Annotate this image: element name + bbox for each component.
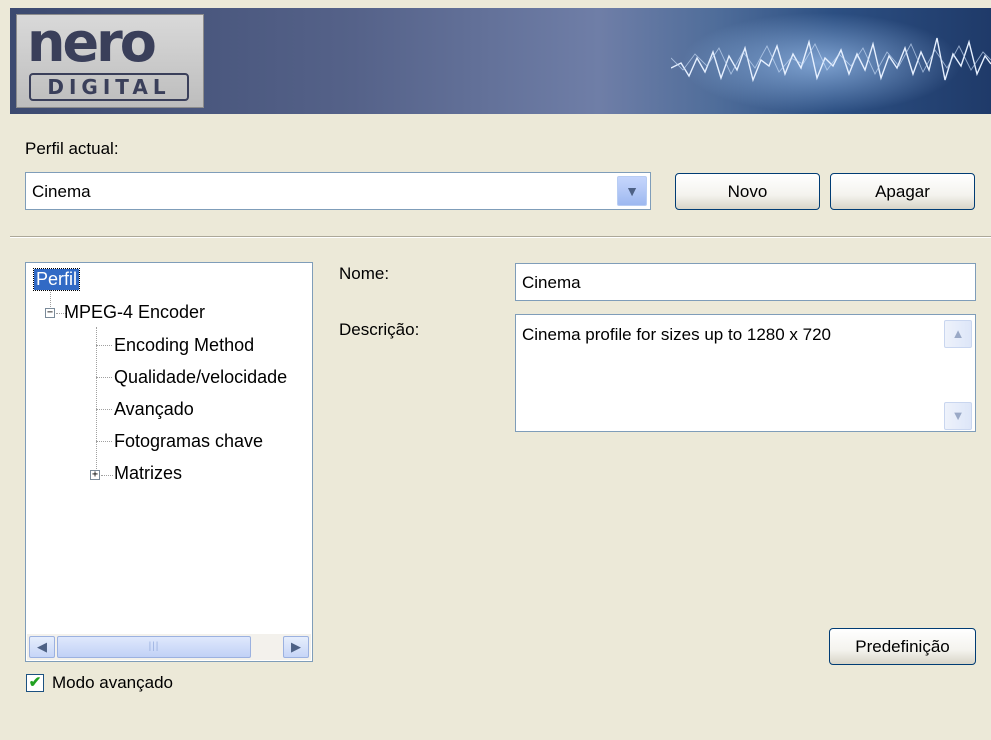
header-banner: nero DIGITAL (10, 8, 991, 114)
arrow-left-icon[interactable]: ◀ (29, 636, 55, 658)
profile-dropdown[interactable]: Cinema ▼ (25, 172, 651, 210)
description-value: Cinema profile for sizes up to 1280 x 72… (522, 325, 832, 344)
arrow-right-icon[interactable]: ▶ (283, 636, 309, 658)
tree-connector (96, 409, 112, 410)
plus-box-icon[interactable]: + (90, 470, 100, 480)
delete-profile-button[interactable]: Apagar (830, 173, 975, 210)
tree-item-keyframes[interactable]: Fotogramas chave (114, 431, 263, 452)
tree-item-matrices[interactable]: Matrizes (114, 463, 182, 484)
nero-digital-logo: nero DIGITAL (16, 11, 204, 108)
new-profile-button[interactable]: Novo (675, 173, 820, 210)
profile-dropdown-value: Cinema (32, 182, 91, 201)
arrow-up-icon[interactable]: ▲ (944, 320, 972, 348)
tree-connector (96, 345, 112, 346)
tree-horizontal-scrollbar[interactable]: ◀ ||| ▶ (27, 634, 311, 660)
checkmark-icon: ✔ (28, 674, 42, 691)
advanced-mode-checkbox[interactable]: ✔ (26, 674, 44, 692)
description-vertical-scrollbar[interactable]: ▲ ▼ (944, 320, 972, 430)
default-button[interactable]: Predefinição (829, 628, 976, 665)
tree-item-quality-speed[interactable]: Qualidade/velocidade (114, 367, 287, 388)
scrollbar-thumb[interactable]: ||| (57, 636, 251, 658)
tree-connector (101, 475, 113, 476)
divider (10, 236, 991, 238)
description-label: Descrição: (339, 320, 420, 339)
logo-word: nero (27, 11, 157, 74)
tree-connector (50, 289, 51, 309)
current-profile-label: Perfil actual: (25, 139, 119, 158)
advanced-mode-label[interactable]: Modo avançado (52, 673, 173, 693)
tree-item-encoding-method[interactable]: Encoding Method (114, 335, 254, 356)
tree-item-perfil[interactable]: Perfil (32, 268, 81, 291)
minus-box-icon[interactable]: − (45, 308, 55, 318)
name-field[interactable]: Cinema (515, 263, 976, 301)
tree-item-advanced[interactable]: Avançado (114, 399, 194, 420)
settings-tree[interactable]: Perfil − MPEG-4 Encoder Encoding Method … (25, 262, 313, 662)
arrow-down-icon[interactable]: ▼ (944, 402, 972, 430)
waveform-graphic (671, 13, 991, 113)
tree-connector (96, 327, 97, 475)
chevron-down-icon[interactable]: ▼ (617, 176, 647, 206)
description-textarea[interactable]: Cinema profile for sizes up to 1280 x 72… (515, 314, 976, 432)
name-label: Nome: (339, 264, 390, 283)
logo-subtitle: DIGITAL (29, 73, 189, 101)
tree-connector (96, 377, 112, 378)
name-field-value: Cinema (522, 273, 581, 292)
tree-item-mpeg4-encoder[interactable]: MPEG-4 Encoder (64, 302, 205, 323)
tree-connector (96, 441, 112, 442)
